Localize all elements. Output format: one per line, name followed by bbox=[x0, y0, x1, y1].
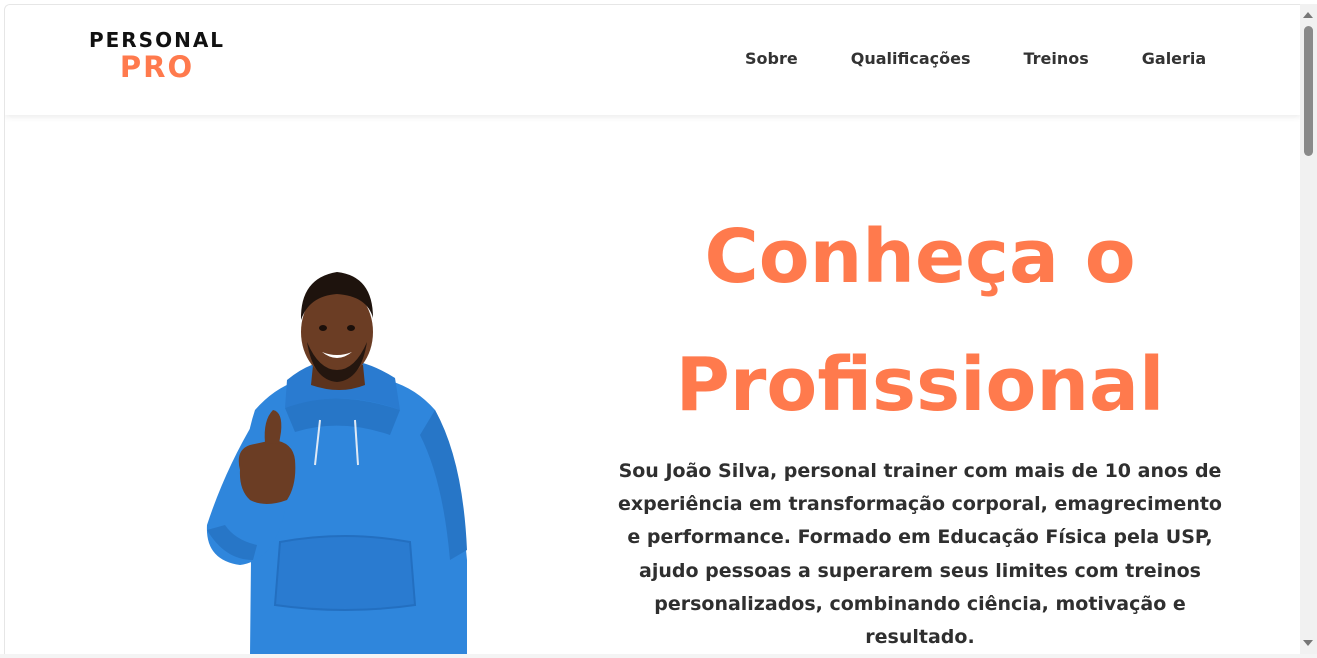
hero-description: Sou João Silva, personal trainer com mai… bbox=[618, 460, 1222, 649]
nav-link-treinos[interactable]: Treinos bbox=[1023, 49, 1088, 69]
logo-text-top: PERSONAL bbox=[88, 28, 226, 52]
hero-title: Conheça o Profissional bbox=[675, 214, 1165, 428]
logo-text-bottom: PRO bbox=[119, 50, 195, 84]
main-nav: Sobre Qualificações Treinos Galeria bbox=[745, 49, 1206, 69]
logo[interactable]: PERSONAL PRO bbox=[83, 29, 231, 83]
scroll-up-arrow-icon[interactable] bbox=[1303, 12, 1313, 18]
nav-link-galeria[interactable]: Galeria bbox=[1142, 49, 1206, 69]
page-viewport: PERSONAL PRO Sobre Qualificações Treinos… bbox=[4, 4, 1300, 654]
trainer-illustration bbox=[206, 272, 467, 654]
trainer-photo bbox=[195, 260, 485, 654]
navbar: PERSONAL PRO Sobre Qualificações Treinos… bbox=[5, 5, 1300, 115]
window-bottom-edge bbox=[0, 654, 1317, 658]
nav-link-qualificacoes[interactable]: Qualificações bbox=[851, 49, 971, 69]
vertical-scrollbar[interactable] bbox=[1300, 4, 1317, 654]
scroll-down-arrow-icon[interactable] bbox=[1303, 640, 1313, 646]
nav-link-sobre[interactable]: Sobre bbox=[745, 49, 798, 69]
scrollbar-thumb[interactable] bbox=[1304, 26, 1313, 156]
